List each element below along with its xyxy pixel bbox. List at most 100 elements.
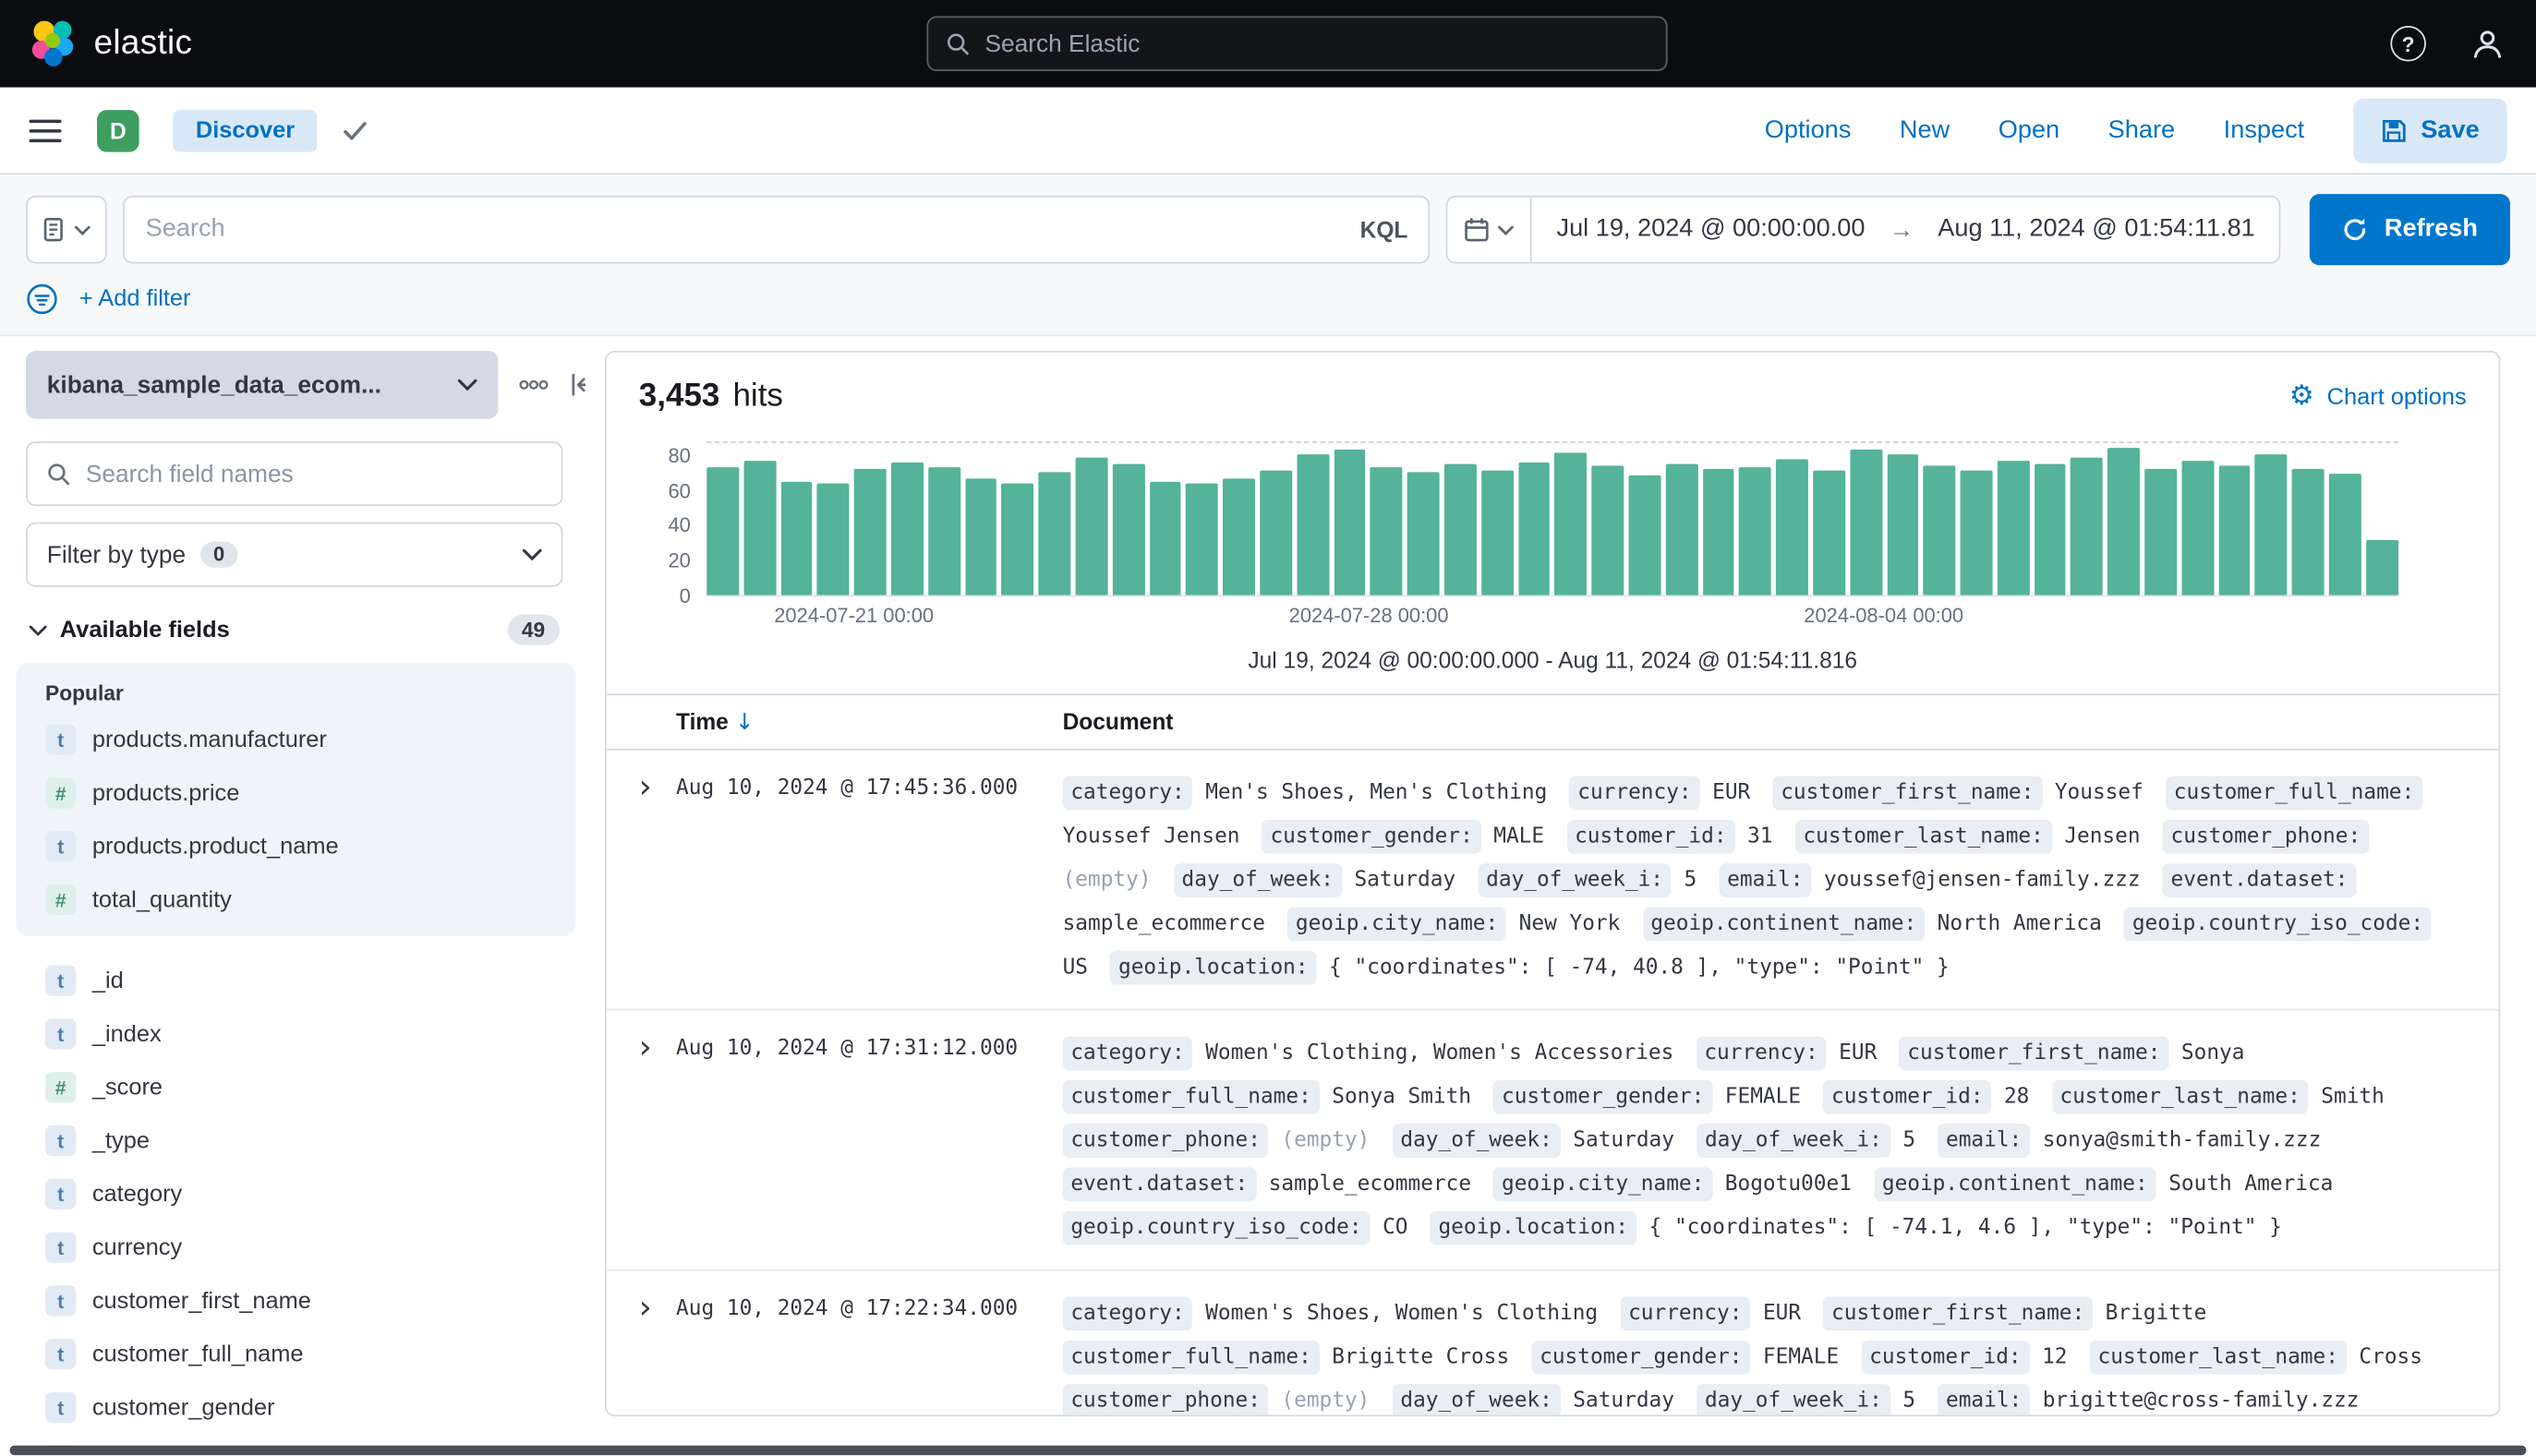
histogram-bar[interactable] bbox=[1334, 450, 1366, 596]
histogram-bar[interactable] bbox=[2255, 454, 2288, 596]
histogram-bar[interactable] bbox=[1370, 467, 1403, 596]
appbar-link-share[interactable]: Share bbox=[2108, 115, 2175, 145]
field-item-products.manufacturer[interactable]: t products.manufacturer bbox=[17, 713, 576, 766]
user-icon[interactable] bbox=[2468, 24, 2506, 63]
field-item-products.product_name[interactable]: t products.product_name bbox=[17, 820, 576, 873]
field-item-_score[interactable]: # _score bbox=[26, 1061, 562, 1114]
collapse-sidebar-icon[interactable] bbox=[569, 372, 586, 398]
histogram-bar[interactable] bbox=[1813, 470, 1845, 596]
histogram-bar[interactable] bbox=[743, 460, 776, 596]
histogram-bar[interactable] bbox=[2144, 468, 2178, 596]
histogram-bar[interactable] bbox=[2328, 474, 2361, 596]
histogram-bar[interactable] bbox=[927, 467, 960, 596]
histogram-bar[interactable] bbox=[817, 482, 850, 596]
histogram-plot[interactable] bbox=[706, 441, 2399, 597]
global-search-input[interactable] bbox=[984, 30, 1648, 58]
date-to[interactable]: Aug 11, 2024 @ 01:54:11.81 bbox=[1914, 215, 2279, 245]
histogram-bar[interactable] bbox=[1776, 458, 1808, 596]
histogram-bar[interactable] bbox=[1665, 463, 1697, 596]
appbar-link-open[interactable]: Open bbox=[1999, 115, 2059, 145]
histogram-bar[interactable] bbox=[1997, 460, 2030, 596]
histogram-bar[interactable] bbox=[1149, 481, 1182, 596]
expand-row-icon[interactable]: › bbox=[633, 770, 658, 802]
doc-field-value: 28 bbox=[2003, 1085, 2030, 1110]
field-search-input[interactable] bbox=[85, 460, 542, 488]
field-item-products.price[interactable]: # products.price bbox=[17, 766, 576, 820]
histogram-bar[interactable] bbox=[1186, 482, 1218, 596]
date-from[interactable]: Jul 19, 2024 @ 00:00:00.00 bbox=[1532, 215, 1889, 245]
space-avatar[interactable]: D bbox=[97, 109, 139, 151]
add-filter-button[interactable]: + Add filter bbox=[79, 286, 191, 312]
hits-count: 3,453 bbox=[638, 378, 720, 415]
expand-row-icon[interactable]: › bbox=[633, 1030, 658, 1063]
field-item-_id[interactable]: t _id bbox=[26, 954, 562, 1007]
field-item-_index[interactable]: t _index bbox=[26, 1007, 562, 1061]
chart-options-button[interactable]: ⚙ Chart options bbox=[2289, 382, 2467, 411]
help-icon[interactable]: ? bbox=[2390, 26, 2426, 62]
histogram-bar[interactable] bbox=[854, 468, 887, 596]
histogram-bar[interactable] bbox=[1849, 450, 1882, 596]
histogram-bar[interactable] bbox=[780, 481, 813, 596]
field-item-customer_gender[interactable]: t customer_gender bbox=[26, 1381, 562, 1435]
histogram-bar[interactable] bbox=[1038, 472, 1071, 596]
histogram-bar[interactable] bbox=[2107, 448, 2141, 596]
appbar-link-options[interactable]: Options bbox=[1765, 115, 1852, 145]
appbar-link-new[interactable]: New bbox=[1900, 115, 1950, 145]
field-item-total_quantity[interactable]: # total_quantity bbox=[17, 873, 576, 927]
global-search[interactable] bbox=[926, 16, 1668, 72]
histogram-bar[interactable] bbox=[964, 479, 997, 596]
histogram-bar[interactable] bbox=[2365, 539, 2398, 596]
histogram-bar[interactable] bbox=[2034, 463, 2067, 596]
histogram-bar[interactable] bbox=[1591, 465, 1624, 596]
histogram-bar[interactable] bbox=[2071, 456, 2104, 596]
time-column-header[interactable]: Time ↓ bbox=[676, 708, 1063, 736]
save-button[interactable]: Save bbox=[2352, 97, 2507, 163]
horizontal-scrollbar-thumb[interactable] bbox=[9, 1444, 2527, 1455]
histogram-bar[interactable] bbox=[1886, 454, 1919, 596]
histogram-bar[interactable] bbox=[1739, 467, 1771, 596]
histogram-bar[interactable] bbox=[706, 467, 739, 596]
histogram-bar[interactable] bbox=[1923, 465, 1956, 596]
breadcrumb-discover[interactable]: Discover bbox=[173, 109, 318, 151]
doc-field-name: geoip.country_iso_code: bbox=[1062, 1210, 1371, 1245]
refresh-button[interactable]: Refresh bbox=[2310, 194, 2510, 266]
data-view-picker[interactable]: kibana_sample_data_ecom... bbox=[26, 351, 499, 419]
histogram-bar[interactable] bbox=[1960, 470, 1993, 596]
number-field-icon: # bbox=[45, 1072, 77, 1103]
histogram-bar[interactable] bbox=[1223, 479, 1255, 596]
filter-by-type-button[interactable]: Filter by type 0 bbox=[26, 522, 563, 587]
filter-list-icon[interactable] bbox=[26, 283, 58, 315]
histogram-bar[interactable] bbox=[1297, 454, 1329, 596]
histogram-bar[interactable] bbox=[1260, 470, 1292, 596]
histogram-bar[interactable] bbox=[1702, 468, 1734, 596]
histogram-bar[interactable] bbox=[1075, 456, 1108, 596]
query-search-input[interactable] bbox=[145, 214, 1346, 245]
histogram-bar[interactable] bbox=[2292, 468, 2325, 596]
histogram-bar[interactable] bbox=[1628, 475, 1661, 596]
field-item-currency[interactable]: t currency bbox=[26, 1221, 562, 1274]
available-fields-header[interactable]: Available fields 49 bbox=[26, 614, 562, 645]
histogram-bar[interactable] bbox=[1480, 470, 1514, 596]
histogram-bar[interactable] bbox=[1407, 472, 1440, 596]
histogram-bar[interactable] bbox=[1112, 463, 1145, 596]
date-quick-select-button[interactable] bbox=[1448, 197, 1533, 262]
kql-language-button[interactable]: KQL bbox=[1360, 217, 1408, 243]
elastic-home-link[interactable]: elastic bbox=[30, 19, 193, 68]
histogram-bar[interactable] bbox=[1554, 453, 1588, 596]
field-item-category[interactable]: t category bbox=[26, 1167, 562, 1221]
field-item-customer_full_name[interactable]: t customer_full_name bbox=[26, 1328, 562, 1381]
saved-query-menu-button[interactable] bbox=[26, 195, 107, 264]
expand-row-icon[interactable]: › bbox=[633, 1291, 658, 1323]
field-item-customer_first_name[interactable]: t customer_first_name bbox=[26, 1274, 562, 1328]
appbar-link-inspect[interactable]: Inspect bbox=[2224, 115, 2305, 145]
histogram-bar[interactable] bbox=[2181, 460, 2214, 596]
check-icon[interactable] bbox=[344, 120, 368, 139]
histogram-bar[interactable] bbox=[1001, 482, 1034, 596]
histogram-bar[interactable] bbox=[2218, 465, 2251, 596]
histogram-bar[interactable] bbox=[1517, 462, 1551, 596]
field-stats-icon[interactable] bbox=[519, 379, 549, 391]
histogram-bar[interactable] bbox=[1443, 463, 1477, 596]
histogram-bar[interactable] bbox=[890, 462, 924, 596]
menu-icon[interactable] bbox=[29, 117, 62, 143]
field-item-_type[interactable]: t _type bbox=[26, 1114, 562, 1168]
